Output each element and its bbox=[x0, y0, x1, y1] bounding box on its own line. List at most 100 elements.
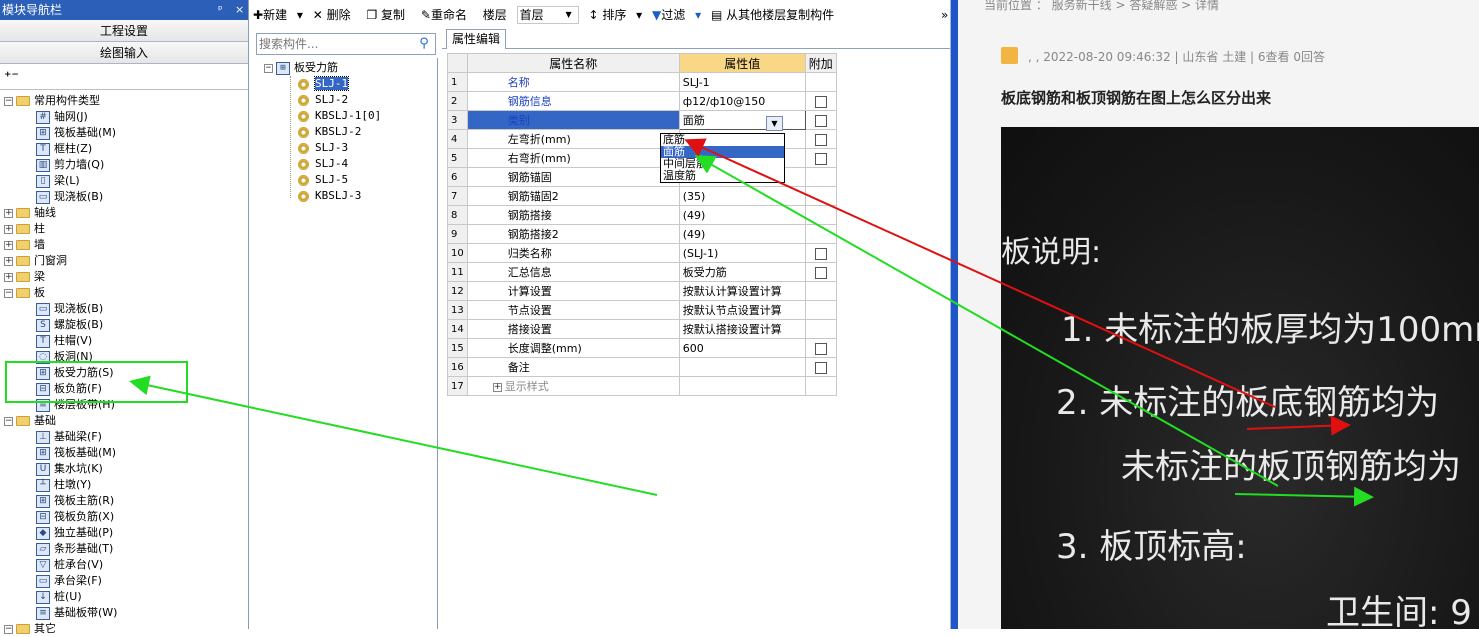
component-item[interactable]: KBSLJ-2 bbox=[298, 124, 361, 140]
tree-item[interactable]: ↓ 桩(U) bbox=[36, 589, 82, 605]
tree-item[interactable]: + 门窗洞 bbox=[4, 253, 67, 269]
property-value[interactable]: 板受力筋 bbox=[678, 262, 806, 282]
property-row[interactable]: 15 长度调整(mm) 600 bbox=[447, 338, 837, 358]
copy-from-floor-button[interactable]: ▤ 从其他楼层复制构件 bbox=[711, 8, 840, 22]
property-value[interactable]: (35) bbox=[678, 186, 806, 206]
floor-select[interactable]: 首层 ▼ bbox=[516, 6, 579, 24]
property-row[interactable]: 1 名称 SLJ-1 bbox=[447, 72, 837, 92]
project-settings-button[interactable]: 工程设置 bbox=[0, 20, 248, 42]
add-checkbox[interactable] bbox=[814, 133, 827, 146]
property-row[interactable]: 17 + 显示样式 bbox=[447, 376, 837, 396]
delete-button[interactable]: ✕ 删除 bbox=[313, 8, 357, 22]
collapse-icon[interactable]: − bbox=[4, 288, 13, 298]
component-item[interactable]: SLJ-4 bbox=[298, 156, 348, 172]
property-value[interactable]: 600 bbox=[678, 338, 806, 358]
tree-item[interactable]: T 柱帽(V) bbox=[36, 333, 92, 349]
tree-item[interactable]: ▭ 现浇板(B) bbox=[36, 189, 103, 205]
property-value[interactable]: (49) bbox=[678, 205, 806, 225]
expand-icon[interactable]: + bbox=[4, 256, 13, 266]
property-value[interactable]: 按默认搭接设置计算 bbox=[678, 319, 806, 339]
tree-item[interactable]: − 板 bbox=[4, 285, 45, 301]
tree-item[interactable]: ≡ 基础板带(W) bbox=[36, 605, 117, 621]
add-checkbox[interactable] bbox=[814, 342, 827, 355]
property-row[interactable]: 9 钢筋搭接2 (49) bbox=[447, 224, 837, 244]
category-dropdown-arrow[interactable]: ▼ bbox=[766, 116, 783, 131]
property-row[interactable]: 7 钢筋锚固2 (35) bbox=[447, 186, 837, 206]
expand-icon[interactable]: + bbox=[4, 240, 13, 250]
property-value[interactable]: SLJ-1 bbox=[678, 72, 806, 92]
property-value[interactable]: 按默认计算设置计算 bbox=[678, 281, 806, 301]
property-value[interactable]: 面筋 bbox=[678, 110, 806, 130]
new-button[interactable]: ✚新建 ▾ bbox=[253, 8, 303, 22]
add-checkbox[interactable] bbox=[814, 95, 827, 108]
tree-item[interactable]: + 墙 bbox=[4, 237, 45, 253]
property-row[interactable]: 16 备注 bbox=[447, 357, 837, 377]
tree-item[interactable]: ⊥ 基础梁(F) bbox=[36, 429, 102, 445]
component-item[interactable]: SLJ-1 bbox=[298, 76, 350, 92]
collapse-icon[interactable]: − bbox=[264, 63, 273, 73]
property-value[interactable] bbox=[678, 376, 806, 396]
property-row[interactable]: 2 钢筋信息 ф12/ф10@150 bbox=[447, 91, 837, 111]
property-row[interactable]: 14 搭接设置 按默认搭接设置计算 bbox=[447, 319, 837, 339]
tree-item[interactable]: ▭ 现浇板(B) bbox=[36, 301, 103, 317]
expand-icon[interactable]: + bbox=[492, 382, 502, 392]
collapse-icon[interactable]: − bbox=[4, 624, 13, 634]
property-row[interactable]: 13 节点设置 按默认节点设置计算 bbox=[447, 300, 837, 320]
expand-icon[interactable]: + bbox=[4, 208, 13, 218]
rename-button[interactable]: ✎重命名 bbox=[421, 8, 473, 22]
search-input[interactable]: 搜索构件... bbox=[256, 33, 436, 55]
expand-icon[interactable]: + bbox=[4, 224, 13, 234]
property-value[interactable]: ф12/ф10@150 bbox=[678, 91, 806, 111]
filter-button[interactable]: ▼过滤 ▾ bbox=[652, 8, 701, 22]
tree-item[interactable]: ⊞ 筏板基础(M) bbox=[36, 125, 116, 141]
tree-item[interactable]: ⊟ 筏板负筋(X) bbox=[36, 509, 114, 525]
collapse-icon[interactable]: − bbox=[4, 96, 13, 106]
tab-property-edit[interactable]: 属性编辑 bbox=[446, 29, 506, 49]
add-checkbox[interactable] bbox=[814, 266, 827, 279]
expand-icon[interactable]: + bbox=[4, 272, 13, 282]
tree-item[interactable]: ▭ 承台梁(F) bbox=[36, 573, 102, 589]
property-value[interactable] bbox=[678, 357, 806, 377]
component-item[interactable]: SLJ-2 bbox=[298, 92, 348, 108]
add-checkbox[interactable] bbox=[814, 361, 827, 374]
tree-item[interactable]: ◆ 独立基础(P) bbox=[36, 525, 113, 541]
tree-item[interactable]: ⊞ 筏板主筋(R) bbox=[36, 493, 114, 509]
tree-item[interactable]: # 轴网(J) bbox=[36, 109, 88, 125]
property-row[interactable]: 12 计算设置 按默认计算设置计算 bbox=[447, 281, 837, 301]
component-item[interactable]: SLJ-5 bbox=[298, 172, 348, 188]
add-checkbox[interactable] bbox=[814, 247, 827, 260]
component-item[interactable]: KBSLJ-1[0] bbox=[298, 108, 381, 124]
toolbar-more-icon[interactable]: » bbox=[941, 3, 948, 27]
pin-icon[interactable]: ᵖ bbox=[218, 0, 223, 20]
draw-input-button[interactable]: 绘图输入 bbox=[0, 42, 248, 64]
property-row[interactable]: 8 钢筋搭接 (49) bbox=[447, 205, 837, 225]
search-icon[interactable]: ⚲ bbox=[416, 36, 432, 52]
tree-item[interactable]: − 其它 bbox=[4, 621, 56, 637]
expand-collapse-tools[interactable]: ⁺⁻ bbox=[0, 64, 248, 90]
tree-item[interactable]: U 集水坑(K) bbox=[36, 461, 103, 477]
copy-button[interactable]: ❐ 复制 bbox=[366, 8, 411, 22]
property-value[interactable]: (49) bbox=[678, 224, 806, 244]
property-row[interactable]: 11 汇总信息 板受力筋 bbox=[447, 262, 837, 282]
property-value[interactable]: 按默认节点设置计算 bbox=[678, 300, 806, 320]
tree-item[interactable]: + 轴线 bbox=[4, 205, 56, 221]
component-item[interactable]: KBSLJ-3 bbox=[298, 188, 361, 204]
add-checkbox[interactable] bbox=[814, 114, 827, 127]
tree-item[interactable]: ▽ 桩承台(V) bbox=[36, 557, 103, 573]
property-value[interactable]: (SLJ-1) bbox=[678, 243, 806, 263]
sort-button[interactable]: ↕ 排序 ▾ bbox=[588, 8, 642, 22]
tree-item[interactable]: − 常用构件类型 bbox=[4, 93, 100, 109]
close-icon[interactable]: × bbox=[235, 0, 244, 20]
tree-item[interactable]: S 螺旋板(B) bbox=[36, 317, 103, 333]
tree-item[interactable]: − 基础 bbox=[4, 413, 56, 429]
dropdown-option[interactable]: 温度筋 bbox=[661, 170, 784, 182]
component-item[interactable]: SLJ-3 bbox=[298, 140, 348, 156]
tree-item[interactable]: ▯ 梁(L) bbox=[36, 173, 80, 189]
tree-item[interactable]: + 柱 bbox=[4, 221, 45, 237]
component-root[interactable]: − ⊞ 板受力筋 bbox=[264, 60, 338, 76]
add-checkbox[interactable] bbox=[814, 152, 827, 165]
collapse-icon[interactable]: − bbox=[4, 416, 13, 426]
tree-item[interactable]: ▥ 剪力墙(Q) bbox=[36, 157, 104, 173]
tree-item[interactable]: ⊞ 筏板基础(M) bbox=[36, 445, 116, 461]
window-splitter[interactable] bbox=[950, 0, 958, 629]
